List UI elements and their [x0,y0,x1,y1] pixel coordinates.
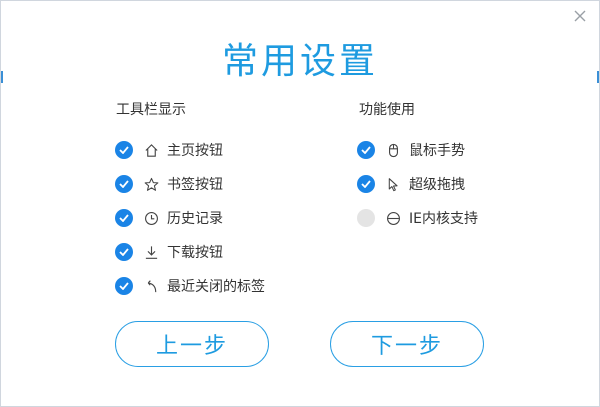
option-ie-kernel[interactable]: IE内核支持 [357,201,478,235]
home-icon [143,142,159,158]
checkbox-checked-icon[interactable] [357,175,375,193]
option-recently-closed-tabs[interactable]: 最近关闭的标签 [115,269,265,303]
download-icon [143,244,159,260]
checkbox-checked-icon[interactable] [115,175,133,193]
close-button[interactable] [569,5,591,27]
option-label: 历史记录 [167,211,223,227]
option-label: 下载按钮 [167,245,223,261]
checkbox-checked-icon[interactable] [115,277,133,295]
ie-icon [385,210,401,226]
option-label: 最近关闭的标签 [167,279,265,295]
option-label: 超级拖拽 [409,177,465,193]
checkbox-unchecked-icon[interactable] [357,209,375,227]
checkbox-checked-icon[interactable] [115,141,133,159]
undo-arrow-icon [143,278,159,294]
toolbar-options-list: 主页按钮 书签按钮 历史记录 下载按钮 最近关闭的标签 [115,133,265,303]
option-bookmark-button[interactable]: 书签按钮 [115,167,265,201]
checkbox-checked-icon[interactable] [357,141,375,159]
option-history[interactable]: 历史记录 [115,201,265,235]
option-label: 主页按钮 [167,143,223,159]
next-step-button[interactable]: 下一步 [330,321,484,367]
feature-section-heading: 功能使用 [359,102,415,118]
settings-dialog: 常用设置 工具栏显示 功能使用 主页按钮 书签按钮 历史记录 下载按钮 最近关闭… [0,0,600,407]
feature-options-list: 鼠标手势 超级拖拽 IE内核支持 [357,133,478,235]
previous-step-button[interactable]: 上一步 [115,321,269,367]
star-icon [143,176,159,192]
checkbox-checked-icon[interactable] [115,243,133,261]
option-super-drag[interactable]: 超级拖拽 [357,167,478,201]
dialog-title: 常用设置 [221,41,378,82]
mouse-icon [385,142,401,158]
option-download-button[interactable]: 下载按钮 [115,235,265,269]
cursor-icon [385,176,401,192]
checkbox-checked-icon[interactable] [115,209,133,227]
close-icon [574,10,586,22]
clock-icon [143,210,159,226]
option-label: 鼠标手势 [409,143,465,159]
option-label: IE内核支持 [409,211,478,227]
option-home-button[interactable]: 主页按钮 [115,133,265,167]
toolbar-section-heading: 工具栏显示 [116,102,186,118]
option-label: 书签按钮 [167,177,223,193]
option-mouse-gesture[interactable]: 鼠标手势 [357,133,478,167]
